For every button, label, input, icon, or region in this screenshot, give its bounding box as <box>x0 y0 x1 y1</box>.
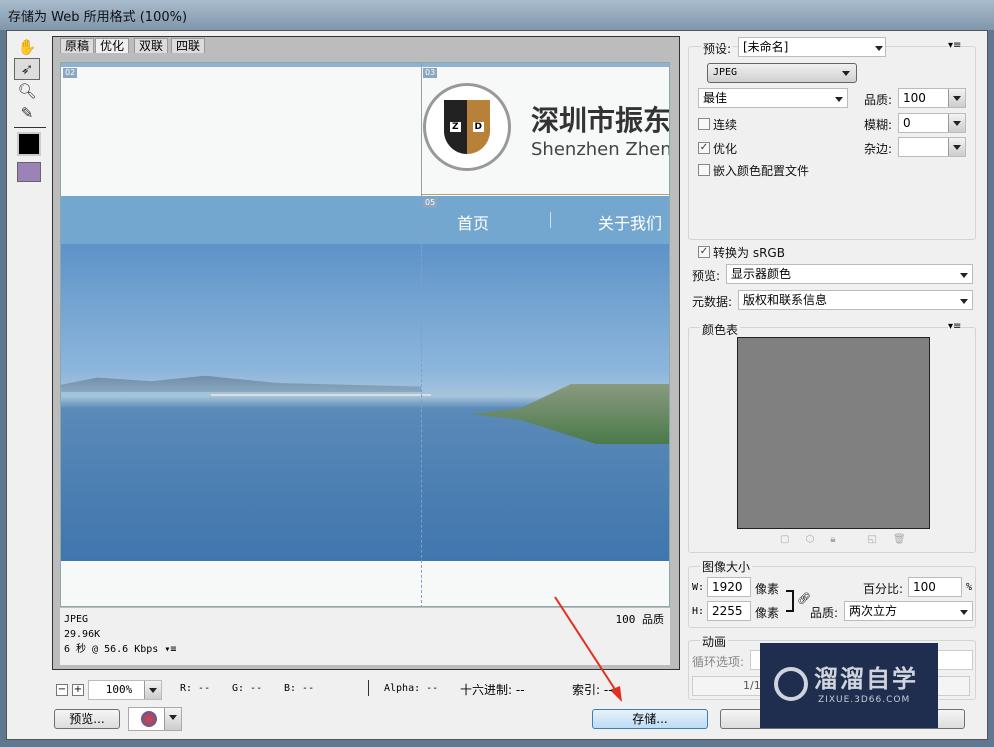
link-icon[interactable]: 🔗︎ <box>797 592 811 605</box>
readout-r: R: -- <box>180 683 211 694</box>
color-table-swatches[interactable] <box>737 337 930 529</box>
height-label: H: <box>692 606 705 617</box>
zoom-in-button[interactable]: + <box>72 684 84 696</box>
slice-guide <box>421 63 422 606</box>
matte-select[interactable] <box>898 137 966 157</box>
height-input[interactable]: 2255 <box>707 601 751 621</box>
height-unit: 像素 <box>755 606 780 620</box>
nav-band: 05 首页 关于我们 <box>61 196 669 244</box>
readout-index: 索引: -- <box>572 683 613 697</box>
tab-2up[interactable]: 双联 <box>134 38 169 53</box>
zoom-out-button[interactable]: − <box>56 684 68 696</box>
quality-label: 品质: <box>864 93 893 107</box>
eyedropper-icon[interactable]: ✎ <box>14 102 40 124</box>
percent-unit: % <box>966 582 973 593</box>
toolbox: ✋ ➶ 🔍︎ ✎ <box>14 36 46 188</box>
width-label: W: <box>692 582 705 593</box>
srgb-label: 转换为 sRGB <box>713 246 785 260</box>
metadata-label: 元数据: <box>692 295 733 309</box>
color-table-title: 颜色表 <box>700 321 741 338</box>
blur-input[interactable]: 0 <box>898 113 966 133</box>
width-input[interactable]: 1920 <box>707 577 751 597</box>
embed-profile-checkbox[interactable] <box>698 164 710 176</box>
tab-4up[interactable]: 四联 <box>171 38 206 53</box>
preset-select[interactable]: [未命名] <box>738 37 886 57</box>
play-icon <box>774 667 808 701</box>
zoom-icon[interactable]: 🔍︎ <box>14 80 40 102</box>
preview-color-select[interactable]: 显示器颜色 <box>726 264 973 284</box>
preview-button[interactable]: 预览... <box>54 709 120 729</box>
percent-label: 百分比: <box>863 582 904 596</box>
slice-tag: 03 <box>423 68 438 78</box>
lock-color-icon[interactable]: 🔒︎ <box>830 534 835 545</box>
quality-preset-select[interactable]: 最佳 <box>698 88 848 108</box>
logo-letter: Z <box>449 122 461 132</box>
tab-optimized[interactable]: 优化 <box>95 38 130 53</box>
resample-select[interactable]: 两次立方 <box>844 601 973 621</box>
zoom-select[interactable]: 100% <box>88 680 162 700</box>
format-select[interactable]: JPEG <box>707 63 857 83</box>
delete-color-icon[interactable]: 🗑︎ <box>893 534 906 545</box>
embed-profile-label: 嵌入颜色配置文件 <box>713 164 810 178</box>
info-menu-icon[interactable]: ▾≡ <box>164 644 176 655</box>
web-shift-icon[interactable]: ⬡ <box>805 534 814 545</box>
optimized-checkbox[interactable]: ✓ <box>698 142 710 154</box>
status-divider <box>368 680 369 696</box>
slice-tag: 05 <box>423 198 438 208</box>
quality-input[interactable]: 100 <box>898 88 966 108</box>
color-table-tools: ▢ ⬡ 🔒︎ ◱ 🗑︎ <box>780 534 906 545</box>
readout-b: B: -- <box>284 683 315 694</box>
image-preview[interactable]: 02 03 Z D 深圳市振东 Shenzhen Zhenc 05 首页 关于我… <box>60 62 670 607</box>
watermark-logo: 溜溜自学 ZIXUE.3D66.COM <box>760 643 938 728</box>
banner-photo <box>61 244 669 561</box>
company-name-cn: 深圳市振东 <box>531 104 670 137</box>
loop-label: 循环选项: <box>692 655 745 669</box>
new-color-icon[interactable]: ◱ <box>868 534 877 545</box>
info-download-time: 6 秒 @ 56.6 Kbps <box>64 644 159 655</box>
preview-color-label: 预览: <box>692 269 721 283</box>
color-table-menu-icon[interactable]: ▾≡ <box>948 321 962 332</box>
slice-select-icon[interactable]: ➶ <box>14 58 40 80</box>
percent-input[interactable]: 100 <box>908 577 962 597</box>
hand-icon[interactable]: ✋ <box>14 36 40 58</box>
zoom-controls: − + 100% <box>56 680 162 700</box>
progressive-label: 连续 <box>713 118 738 132</box>
toolbox-divider <box>14 127 46 128</box>
optimized-label: 优化 <box>713 142 738 156</box>
preset-label: 预设: <box>701 40 734 57</box>
slice-tag: 02 <box>63 68 78 78</box>
srgb-checkbox[interactable]: ✓ <box>698 246 710 258</box>
constrain-bracket <box>786 590 794 612</box>
readout-g: G: -- <box>232 683 263 694</box>
save-button[interactable]: 存储... <box>592 709 708 729</box>
progressive-checkbox[interactable] <box>698 118 710 130</box>
logo-letter: D <box>472 122 484 132</box>
browser-select[interactable] <box>128 707 182 731</box>
settings-menu-icon[interactable]: ▾≡ <box>948 40 962 51</box>
nav-divider <box>550 212 551 228</box>
matte-label: 杂边: <box>864 142 893 156</box>
metadata-select[interactable]: 版权和联系信息 <box>738 290 973 310</box>
nav-home: 首页 <box>457 214 490 233</box>
company-name-en: Shenzhen Zhenc <box>531 139 670 160</box>
animation-title: 动画 <box>700 633 729 650</box>
readout-alpha: Alpha: -- <box>384 683 439 694</box>
map-transparent-icon[interactable]: ▢ <box>780 534 789 545</box>
window-title: 存储为 Web 所用格式 (100%) <box>8 10 188 25</box>
resample-label: 品质: <box>810 606 839 620</box>
nav-about: 关于我们 <box>598 214 663 233</box>
tab-original[interactable]: 原稿 <box>60 38 95 53</box>
image-size-title: 图像大小 <box>700 558 753 575</box>
browser-icon <box>141 711 157 727</box>
toggle-slices-icon[interactable] <box>17 162 41 182</box>
width-unit: 像素 <box>755 582 780 596</box>
company-logo: Z D <box>423 83 511 171</box>
color-swatch[interactable] <box>17 132 41 156</box>
readout-hex: 十六进制: -- <box>460 683 525 697</box>
blur-label: 模糊: <box>864 118 893 132</box>
